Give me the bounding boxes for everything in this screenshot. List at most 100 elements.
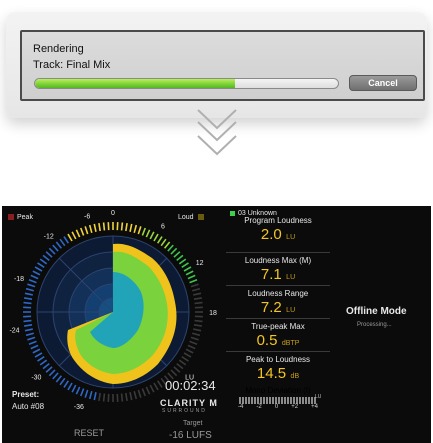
- mono-tick: +2: [291, 404, 299, 410]
- reading-label: Program Loudness: [244, 216, 312, 225]
- reading-divider: [226, 351, 330, 352]
- scale-tick: [133, 390, 138, 400]
- scale-tick: [176, 362, 184, 370]
- reading-block: Loudness Range 7.2 LU: [224, 289, 332, 317]
- scale-tick: [27, 336, 36, 341]
- reading-label: Loudness Range: [247, 289, 309, 298]
- reset-button[interactable]: RESET: [74, 428, 104, 438]
- scale-tick: [25, 287, 35, 292]
- offline-mode-title: Offline Mode: [346, 306, 407, 317]
- reading-divider: [226, 252, 330, 253]
- scale-tick: [23, 319, 32, 323]
- reading-divider: [226, 285, 330, 286]
- scale-tick: [183, 352, 192, 358]
- scale-tick: [193, 297, 203, 300]
- scale-tick: [137, 226, 142, 235]
- scale-tick: [45, 366, 53, 373]
- reading-block: True-peak Max 0.5 dBTP: [224, 322, 332, 350]
- scale-label: 18: [209, 310, 217, 317]
- scale-tick: [102, 393, 106, 402]
- scale-tick: [28, 279, 37, 284]
- scale-tick: [42, 254, 50, 262]
- scale-label: -6: [84, 213, 90, 220]
- scale-label: 0: [111, 210, 115, 217]
- progress-fill: [35, 79, 235, 88]
- status-led-icon: [230, 210, 235, 216]
- mono-tick: 0: [274, 404, 279, 410]
- scale-label: 6: [161, 223, 165, 230]
- scale-tick: [80, 388, 85, 397]
- brand-sub: SURROUND: [162, 408, 207, 414]
- scale-tick: [63, 380, 70, 388]
- scale-tick: [102, 222, 106, 231]
- scale-tick: [189, 340, 198, 345]
- scale-tick: [34, 266, 43, 272]
- scale-tick: [185, 348, 194, 354]
- scale-tick: [45, 251, 53, 258]
- target-value: -16 LUFS: [169, 430, 212, 441]
- scale-tick: [193, 328, 202, 332]
- scale-tick: [125, 392, 128, 402]
- mono-scale: -4 -2 0 +2 +4: [238, 404, 318, 410]
- scale-tick: [173, 366, 181, 373]
- scale-tick: [190, 336, 199, 341]
- scale-tick: [67, 233, 73, 242]
- scale-tick: [163, 241, 171, 249]
- scale-tick: [129, 223, 133, 232]
- scale-tick: [93, 223, 97, 232]
- reading-unit: LU: [286, 274, 296, 281]
- reading-value: 7.1: [260, 266, 282, 283]
- scale-tick: [48, 247, 56, 255]
- scale-tick: [193, 292, 202, 296]
- scale-tick: [48, 369, 56, 377]
- scale-tick: [129, 392, 133, 401]
- screen: Rendering Track: Final Mix Cancel Peak L…: [0, 0, 433, 443]
- scale-tick: [160, 238, 167, 247]
- scale-tick: [23, 301, 32, 305]
- mono-unit: LU: [315, 394, 322, 400]
- scale-tick: [93, 392, 97, 401]
- scale-tick: [156, 380, 163, 388]
- cancel-button[interactable]: Cancel: [349, 75, 417, 91]
- scale-tick: [149, 231, 155, 240]
- scale-tick: [71, 231, 77, 240]
- scale-tick: [32, 270, 41, 276]
- mono-tick: +4: [311, 404, 318, 410]
- scale-tick: [75, 386, 81, 395]
- scale-tick: [24, 328, 33, 332]
- scale-tick: [187, 344, 196, 350]
- scale-tick: [176, 254, 184, 262]
- preset-value: Auto #08: [12, 402, 45, 411]
- scale-tick: [59, 238, 66, 247]
- reading-value: 7.2: [260, 299, 282, 316]
- scale-tick: [55, 241, 63, 249]
- scale-tick: [191, 287, 201, 292]
- reading-label: Peak to Loudness: [245, 355, 311, 364]
- scale-tick: [37, 262, 45, 269]
- offline-mode-status: Processing...: [357, 322, 392, 328]
- scale-tick: [23, 324, 33, 327]
- scale-tick: [185, 270, 194, 276]
- scale-tick: [153, 382, 159, 391]
- scale-tick: [55, 375, 63, 383]
- mono-tick: -2: [256, 404, 262, 410]
- reading-value: 0.5: [256, 332, 278, 349]
- scale-tick: [145, 386, 151, 395]
- scale-tick: [170, 247, 178, 255]
- scale-tick: [178, 359, 187, 366]
- scale-tick: [137, 389, 142, 398]
- scale-tick: [63, 236, 70, 244]
- brand-logo: CLARITY M: [160, 398, 218, 408]
- scale-tick: [149, 384, 155, 393]
- scale-tick: [30, 274, 39, 280]
- scale-label: -30: [31, 374, 41, 381]
- scale-tick: [59, 377, 66, 386]
- reading-block: Program Loudness 2.0 LU: [224, 216, 332, 244]
- scale-tick: [181, 262, 189, 269]
- scale-tick: [75, 229, 81, 238]
- reading-unit: LU: [286, 307, 296, 314]
- scale-tick: [80, 227, 85, 236]
- scale-tick: [32, 348, 41, 354]
- scale-tick: [28, 340, 37, 345]
- mono-tick: -4: [238, 404, 244, 410]
